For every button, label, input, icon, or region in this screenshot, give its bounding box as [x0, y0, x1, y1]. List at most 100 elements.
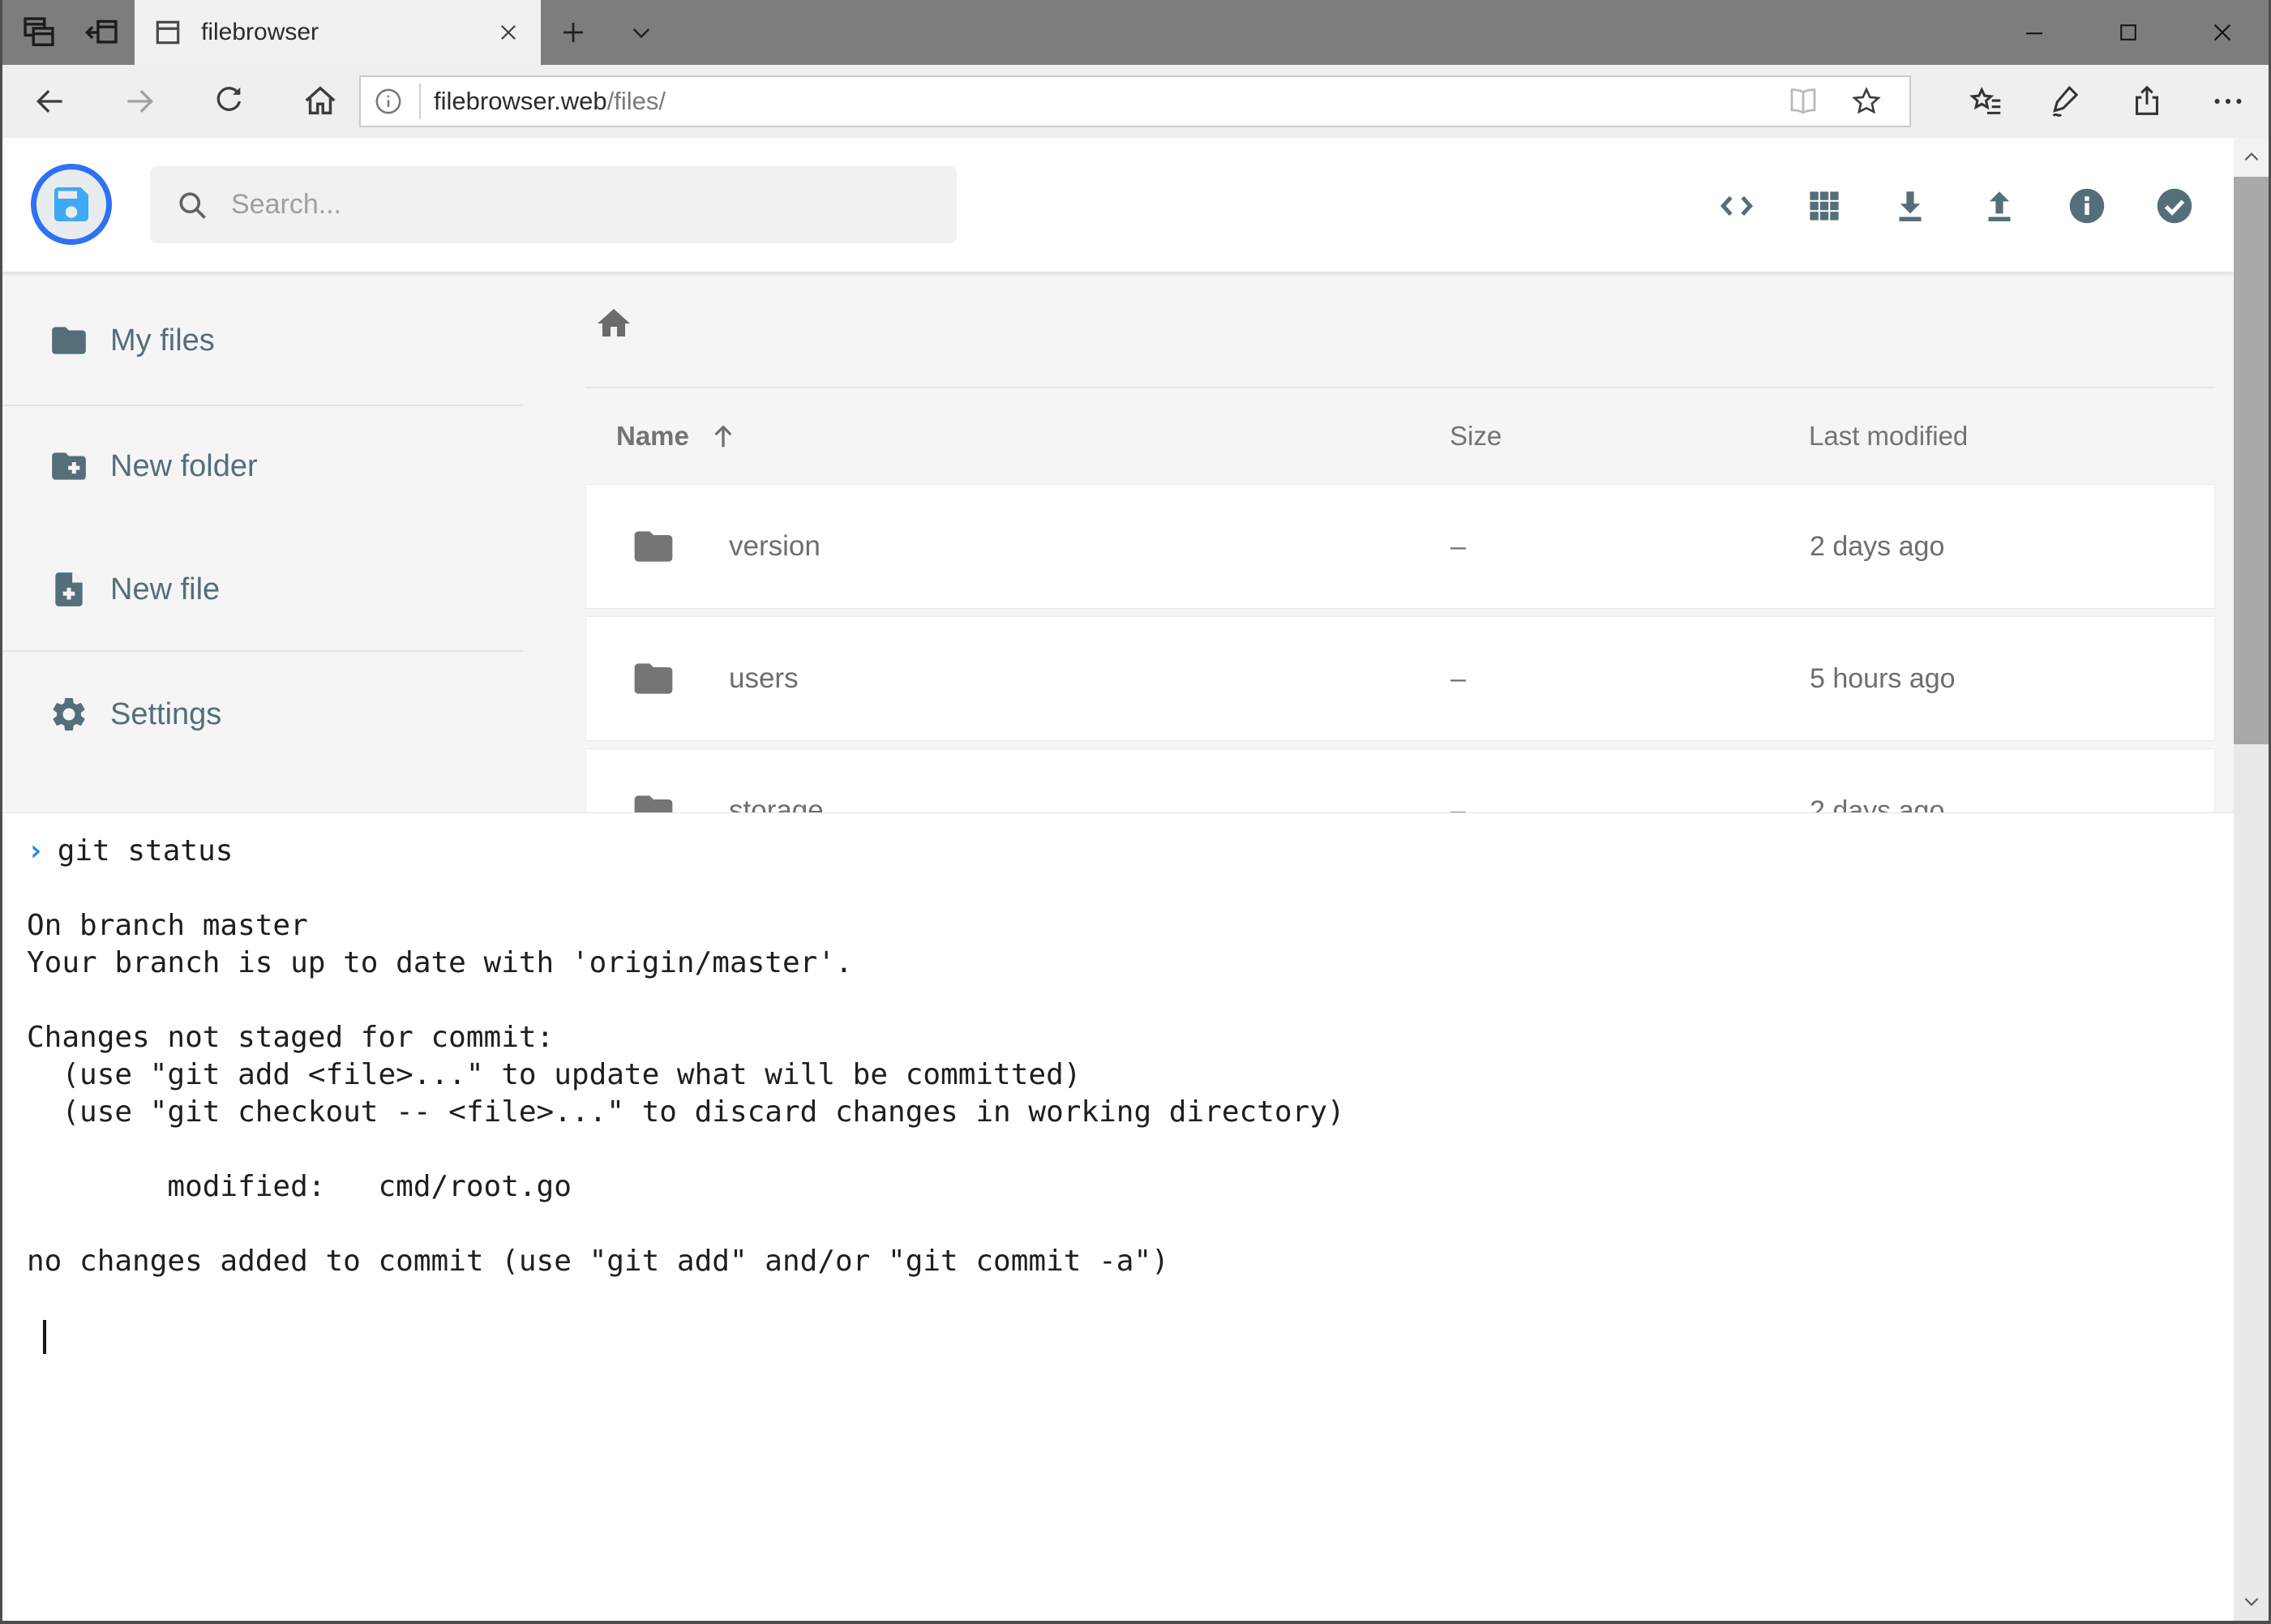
favorites-hub-icon	[1968, 83, 2005, 120]
back-button[interactable]	[24, 75, 76, 127]
scrollbar-thumb[interactable]	[2234, 177, 2269, 744]
file-row-version[interactable]: version – 2 days ago	[585, 484, 2215, 609]
floppy-disk-icon	[49, 182, 94, 227]
chevron-up-icon	[2241, 147, 2262, 168]
sort-ascending-arrow-icon	[689, 420, 739, 452]
page-scrollbar[interactable]	[2234, 138, 2269, 1621]
scroll-down-button[interactable]	[2234, 1582, 2269, 1621]
new-tab-button[interactable]	[547, 0, 599, 65]
sidebar-item-new-file[interactable]: New file	[2, 541, 523, 638]
info-button[interactable]	[2056, 180, 2118, 232]
settings-gear-icon	[49, 694, 89, 735]
browser-toolbar: filebrowser.web/files/	[2, 65, 2269, 138]
terminal-output-line: modified: cmd/root.go	[27, 1168, 2234, 1206]
window-close-button[interactable]	[2187, 0, 2257, 65]
terminal-input-line[interactable]	[27, 1318, 2234, 1355]
search-input[interactable]	[229, 188, 898, 221]
column-label-size: Size	[1450, 421, 1502, 451]
sidebar-item-label: My files	[110, 324, 215, 358]
favorites-hub-button[interactable]	[1958, 75, 2015, 127]
download-button[interactable]	[1879, 180, 1941, 232]
browser-tab[interactable]: filebrowser	[135, 0, 541, 65]
file-name: version	[729, 530, 821, 563]
app-header	[2, 138, 2234, 272]
sidebar-item-label: New file	[110, 572, 220, 607]
url-path: /files/	[607, 87, 666, 115]
home-filled-icon	[594, 304, 633, 343]
url-host: filebrowser.web	[434, 87, 607, 115]
star-icon	[1849, 84, 1883, 118]
sidebar-divider	[2, 405, 523, 406]
site-info-button[interactable]	[372, 85, 405, 118]
folder-icon	[49, 320, 89, 361]
terminal-output-line: On branch master	[27, 907, 2234, 945]
refresh-button[interactable]	[203, 75, 255, 127]
url-divider	[419, 84, 421, 119]
app-logo[interactable]	[31, 164, 112, 245]
upload-button[interactable]	[1969, 180, 2030, 232]
sidebar-item-my-files[interactable]: My files	[2, 292, 523, 389]
file-modified: 2 days ago	[1810, 531, 2214, 563]
select-multiple-button[interactable]	[2144, 180, 2205, 232]
terminal-blank-line	[27, 1280, 2234, 1318]
tab-list-dropdown-button[interactable]	[615, 0, 667, 65]
share-button[interactable]	[2119, 75, 2175, 127]
sidebar-item-label: New folder	[110, 449, 258, 484]
file-modified: 5 hours ago	[1810, 663, 2214, 695]
terminal-output-line: Changes not staged for commit:	[27, 1019, 2234, 1056]
terminal-output-line: Your branch is up to date with 'origin/m…	[27, 945, 2234, 982]
view-mode-button[interactable]	[1793, 180, 1855, 232]
prompt-chevron-icon: ›	[27, 834, 45, 868]
add-favorite-button[interactable]	[1838, 77, 1895, 126]
file-size: –	[1450, 531, 1810, 563]
scroll-up-button[interactable]	[2234, 138, 2269, 177]
maximize-icon	[2116, 20, 2140, 45]
share-icon	[2128, 83, 2166, 120]
upload-icon	[1979, 186, 2020, 226]
home-button[interactable]	[294, 75, 346, 127]
book-icon	[1786, 84, 1820, 118]
forward-button[interactable]	[114, 75, 165, 127]
tabs-preview-icon	[21, 15, 57, 50]
window-minimize-button[interactable]	[1999, 0, 2069, 65]
terminal-output-line	[27, 1206, 2234, 1243]
tab-close-button[interactable]	[495, 19, 521, 45]
sidebar-item-label: Settings	[110, 697, 221, 732]
more-menu-button[interactable]	[2200, 75, 2256, 127]
address-bar[interactable]: filebrowser.web/files/	[359, 75, 1911, 127]
sort-by-size-header[interactable]: Size	[1450, 421, 1809, 452]
breadcrumb-home-button[interactable]	[594, 302, 640, 345]
tab-title: filebrowser	[201, 19, 319, 46]
reading-view-button[interactable]	[1775, 77, 1832, 126]
check-circle-icon	[2154, 186, 2195, 226]
folder-icon	[586, 656, 676, 701]
window-maximize-button[interactable]	[2093, 0, 2163, 65]
info-circle-icon	[372, 85, 405, 118]
back-arrow-icon	[32, 84, 68, 119]
terminal-output-line: (use "git add <file>..." to update what …	[27, 1056, 2234, 1094]
home-icon	[302, 83, 339, 120]
set-tabs-aside-button[interactable]	[76, 0, 128, 65]
tabs-aside-icon	[84, 15, 120, 50]
terminal-panel[interactable]: ›git status On branch master Your branch…	[2, 812, 2234, 1621]
sort-by-modified-header[interactable]: Last modified	[1809, 421, 2215, 452]
grid-view-icon	[1805, 186, 1844, 225]
raw-editor-button[interactable]	[1706, 180, 1768, 232]
file-row-users[interactable]: users – 5 hours ago	[585, 616, 2215, 741]
tab-preview-button[interactable]	[13, 0, 65, 65]
plus-icon	[559, 18, 588, 47]
sort-by-name-header[interactable]: Name	[585, 420, 1450, 452]
page-favicon-icon	[152, 17, 183, 48]
sidebar-item-new-folder[interactable]: New folder	[2, 418, 523, 515]
file-size: –	[1450, 663, 1810, 695]
text-cursor	[43, 1320, 46, 1354]
refresh-icon	[211, 84, 246, 119]
file-name: users	[729, 662, 799, 695]
terminal-command-line: ›git status	[27, 833, 2234, 870]
url-text: filebrowser.web/files/	[434, 87, 666, 116]
search-box	[150, 166, 957, 243]
minimize-icon	[2022, 20, 2046, 45]
terminal-output-line: no changes added to commit (use "git add…	[27, 1243, 2234, 1280]
annotate-button[interactable]	[2037, 75, 2093, 127]
sidebar-item-settings[interactable]: Settings	[2, 666, 523, 763]
